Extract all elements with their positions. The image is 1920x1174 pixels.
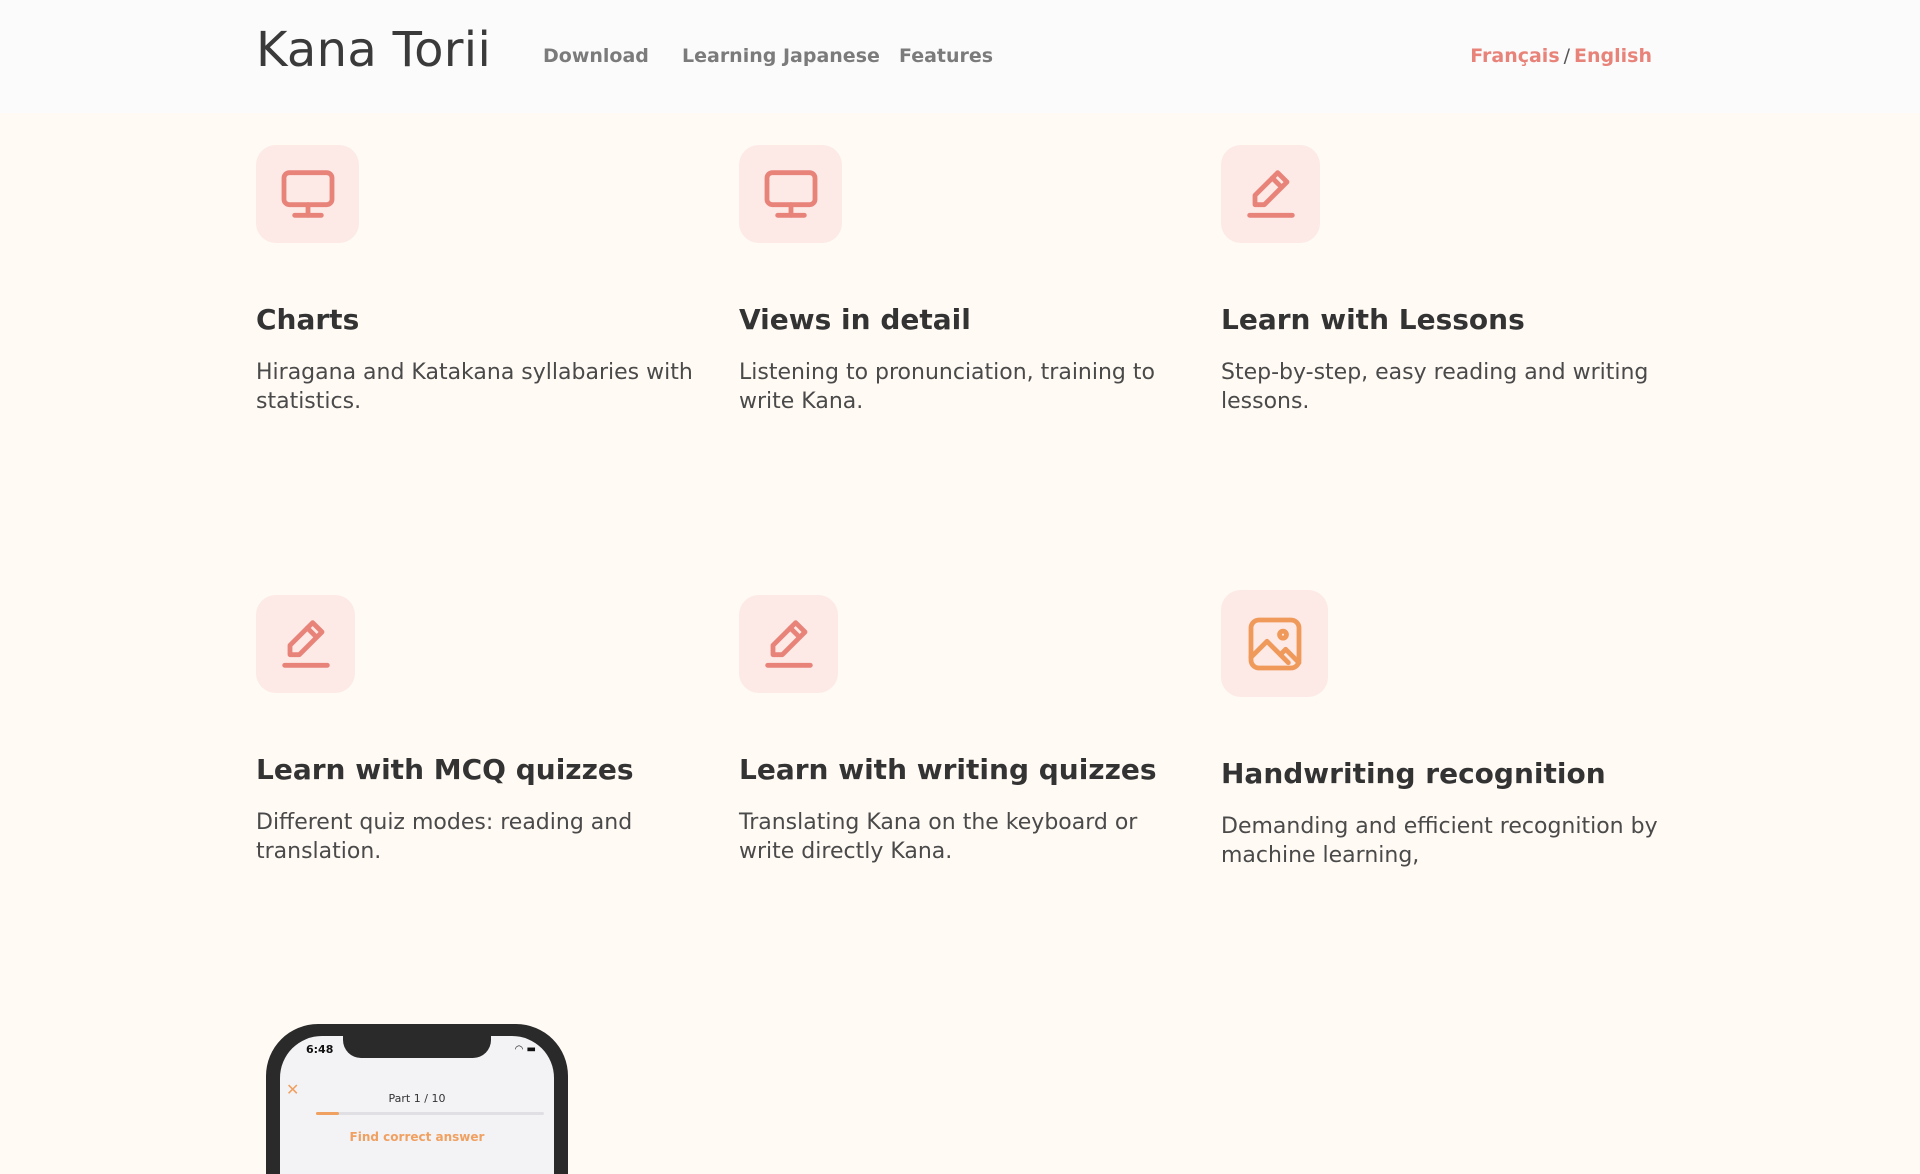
feature-handwriting-recognition: Handwriting recognition Demanding and ef… <box>1221 590 1666 870</box>
nav-learning-japanese[interactable]: Learning Japanese <box>682 45 880 67</box>
monitor-icon <box>256 145 359 243</box>
feature-description: Listening to pronunciation, training to … <box>739 360 1155 414</box>
site-header: Kana Torii Download Learning Japanese Fe… <box>0 0 1920 113</box>
battery-icon: ▬ <box>526 1044 536 1055</box>
quiz-progress-bar <box>316 1112 544 1115</box>
phone-screen: 6:48 ◠ ▬ ✕ Part 1 / 10 Find correct answ… <box>280 1036 554 1174</box>
nav-features[interactable]: Features <box>899 45 993 67</box>
phone-notch <box>343 1036 491 1058</box>
wifi-icon: ◠ <box>514 1044 524 1055</box>
feature-title: Learn with writing quizzes <box>739 753 1157 786</box>
feature-title: Charts <box>256 303 360 336</box>
pencil-icon <box>1221 145 1320 243</box>
feature-title: Learn with Lessons <box>1221 303 1525 336</box>
site-logo[interactable]: Kana Torii <box>256 22 491 78</box>
feature-title: Learn with MCQ quizzes <box>256 753 634 786</box>
phone-time: 6:48 <box>306 1043 334 1056</box>
feature-description: Step-by-step, easy reading and writing l… <box>1221 360 1649 414</box>
image-icon <box>1221 590 1328 697</box>
feature-mcq-quizzes: Learn with MCQ quizzes Different quiz mo… <box>256 595 701 866</box>
nav-download[interactable]: Download <box>543 45 649 67</box>
feature-lessons: Learn with Lessons Step-by-step, easy re… <box>1221 145 1666 416</box>
feature-title: Handwriting recognition <box>1221 757 1606 790</box>
pencil-icon <box>739 595 838 693</box>
quiz-progress-fill <box>316 1112 339 1115</box>
lang-english[interactable]: English <box>1574 45 1652 67</box>
feature-title: Views in detail <box>739 303 971 336</box>
feature-writing-quizzes: Learn with writing quizzes Translating K… <box>739 595 1184 866</box>
quiz-prompt: Find correct answer <box>349 1130 485 1144</box>
feature-description: Demanding and efficient recognition by m… <box>1221 814 1658 868</box>
feature-charts: Charts Hiragana and Katakana syllabaries… <box>256 145 701 416</box>
feature-description: Hiragana and Katakana syllabaries with s… <box>256 360 693 414</box>
monitor-icon <box>739 145 842 243</box>
lang-separator: / <box>1563 45 1571 67</box>
phone-mockup: 6:48 ◠ ▬ ✕ Part 1 / 10 Find correct answ… <box>266 1024 568 1174</box>
lang-francais[interactable]: Français <box>1470 45 1559 67</box>
pencil-icon <box>256 595 355 693</box>
feature-description: Different quiz modes: reading and transl… <box>256 810 633 864</box>
feature-views-in-detail: Views in detail Listening to pronunciati… <box>739 145 1184 416</box>
feature-description: Translating Kana on the keyboard or writ… <box>739 810 1138 864</box>
quiz-part-label: Part 1 / 10 <box>388 1092 446 1105</box>
status-icons: ◠ ▬ <box>515 1044 536 1055</box>
language-switcher: Français / English <box>1470 45 1652 67</box>
